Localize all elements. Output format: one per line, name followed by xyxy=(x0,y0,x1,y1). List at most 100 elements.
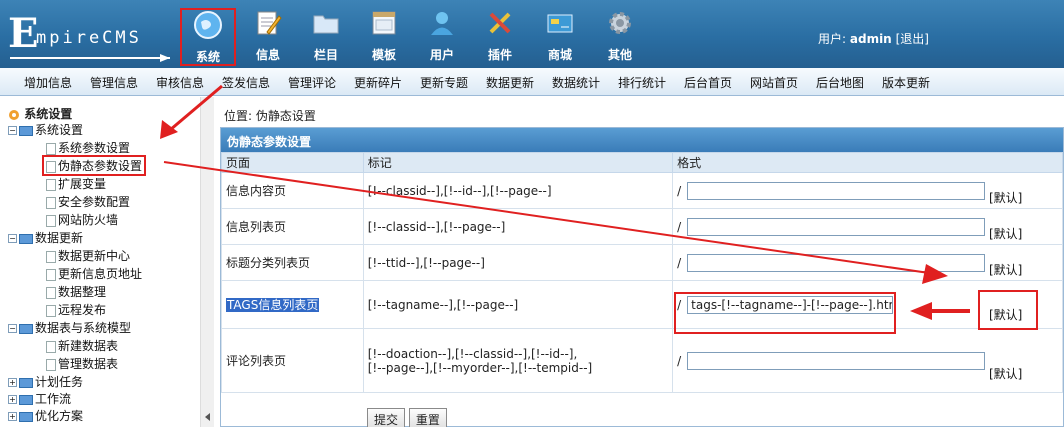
column-header-tags: 标记 xyxy=(362,152,674,173)
page-name: 评论列表页 xyxy=(221,328,364,393)
tree-item-update-info-url[interactable]: 更新信息页地址 xyxy=(46,265,142,282)
nav-other-label: 其他 xyxy=(607,48,632,62)
menu-update-topics[interactable]: 更新专题 xyxy=(420,74,468,91)
menu-data-stats[interactable]: 数据统计 xyxy=(552,74,600,91)
format-input[interactable] xyxy=(687,217,986,236)
expand-icon[interactable]: + xyxy=(8,378,17,387)
menu-manage-comments[interactable]: 管理评论 xyxy=(288,74,336,91)
nav-shop-label: 商城 xyxy=(547,48,572,62)
menu-update-fragments[interactable]: 更新碎片 xyxy=(354,74,402,91)
nav-column-label: 栏目 xyxy=(313,48,338,62)
default-link-comments[interactable]: [默认] xyxy=(989,365,1022,382)
menu-site-home[interactable]: 网站首页 xyxy=(750,74,798,91)
scroll-left-arrow-icon[interactable] xyxy=(202,411,214,423)
menu-version-update[interactable]: 版本更新 xyxy=(882,74,930,91)
nav-system[interactable]: 系统 xyxy=(180,8,236,66)
tree-item-system-params[interactable]: 系统参数设置 xyxy=(46,139,130,156)
tree-item-extended-vars[interactable]: 扩展变量 xyxy=(46,175,106,192)
annotation-box-format xyxy=(674,292,896,334)
page-icon xyxy=(46,358,56,371)
pseudo-static-panel: 伪静态参数设置 页面 标记 格式 信息内容页 [!--classid--],[!… xyxy=(220,127,1064,427)
logo-text: mpireCMS xyxy=(36,28,142,48)
tree-item-new-table[interactable]: 新建数据表 xyxy=(46,337,118,354)
tree-group-label: 优化方案 xyxy=(35,409,84,423)
format-input[interactable] xyxy=(687,351,986,370)
nav-shop[interactable]: 商城 xyxy=(532,8,588,66)
tree-item-data-update-center[interactable]: 数据更新中心 xyxy=(46,247,130,264)
menu-review-info[interactable]: 审核信息 xyxy=(156,74,204,91)
top-header: E mpireCMS 系统 信息 栏目 模板 用户 插件 商城 其他 用户: a… xyxy=(0,0,1064,68)
breadcrumb-link[interactable]: 伪静态设置 xyxy=(256,109,316,123)
menu-admin-home[interactable]: 后台首页 xyxy=(684,74,732,91)
collapse-icon[interactable]: − xyxy=(8,126,17,135)
tree-group-data-tables[interactable]: − 数据表与系统模型 xyxy=(8,319,131,336)
tree-group-label: 数据表与系统模型 xyxy=(35,321,132,335)
menu-admin-map[interactable]: 后台地图 xyxy=(816,74,864,91)
nav-other[interactable]: 其他 xyxy=(592,8,648,66)
reset-button[interactable]: 重置 xyxy=(408,408,447,427)
expand-icon[interactable]: + xyxy=(8,395,17,404)
tree-item-remote-publish[interactable]: 远程发布 xyxy=(46,301,106,318)
submit-button[interactable]: 提交 xyxy=(367,408,406,427)
page-icon xyxy=(46,340,56,353)
folder-icon xyxy=(313,15,339,34)
nav-plugin-label: 插件 xyxy=(487,48,512,62)
tree-group-workflow[interactable]: + 工作流 xyxy=(8,390,71,407)
table-row: 信息列表页 [!--classid--],[!--page--] / xyxy=(221,208,1063,245)
tree-item-firewall[interactable]: 网站防火墙 xyxy=(46,211,118,228)
page-name: TAGS信息列表页 xyxy=(221,280,364,329)
menu-add-info[interactable]: 增加信息 xyxy=(24,74,72,91)
sidebar-scrollbar[interactable] xyxy=(200,97,214,427)
tree-group-optimization[interactable]: + 优化方案 xyxy=(8,407,83,424)
default-link-content[interactable]: [默认] xyxy=(989,189,1022,206)
logout-link[interactable]: [退出] xyxy=(896,32,929,46)
menu-rank-stats[interactable]: 排行统计 xyxy=(618,74,666,91)
tree-item-label: 系统参数设置 xyxy=(58,141,131,155)
nav-user[interactable]: 用户 xyxy=(414,8,470,66)
format-cell: / xyxy=(672,328,1063,393)
nav-column[interactable]: 栏目 xyxy=(298,8,354,66)
page-icon xyxy=(46,304,56,317)
folder-icon xyxy=(19,377,33,388)
table-row: 信息内容页 [!--classid--],[!--id--],[!--page-… xyxy=(221,172,1063,209)
nav-template-label: 模板 xyxy=(371,48,396,62)
default-link-title-class[interactable]: [默认] xyxy=(989,261,1022,278)
default-link-list[interactable]: [默认] xyxy=(989,225,1022,242)
folder-icon xyxy=(19,125,33,136)
format-input[interactable] xyxy=(687,181,986,200)
page-name: 标题分类列表页 xyxy=(221,244,364,281)
menu-manage-info[interactable]: 管理信息 xyxy=(90,74,138,91)
collapse-icon[interactable]: − xyxy=(8,324,17,333)
tree-item-data-organize[interactable]: 数据整理 xyxy=(46,283,106,300)
nav-template[interactable]: 模板 xyxy=(356,8,412,66)
menu-sign-info[interactable]: 签发信息 xyxy=(222,74,270,91)
tree-item-label: 网站防火墙 xyxy=(58,213,119,227)
page-name: 信息列表页 xyxy=(221,208,364,245)
column-header-format: 格式 xyxy=(672,152,1063,173)
page-icon xyxy=(46,160,56,173)
collapse-icon[interactable]: − xyxy=(8,234,17,243)
nav-user-label: 用户 xyxy=(429,48,454,62)
table-row: TAGS信息列表页 [!--tagname--],[!--page--] / ta… xyxy=(221,280,1063,329)
path-prefix: / xyxy=(677,183,682,198)
tree-item-label: 管理数据表 xyxy=(58,357,119,371)
annotation-box-default xyxy=(978,290,1038,330)
nav-system-label: 系统 xyxy=(195,50,220,64)
globe-icon xyxy=(194,11,222,39)
tree-group-scheduled-tasks[interactable]: + 计划任务 xyxy=(8,373,83,390)
expand-icon[interactable]: + xyxy=(8,412,17,421)
tree-group-data-update[interactable]: − 数据更新 xyxy=(8,229,83,246)
nav-info[interactable]: 信息 xyxy=(240,8,296,66)
form-buttons: 提交 重置 xyxy=(367,408,447,427)
tree-group-label: 工作流 xyxy=(35,392,72,406)
menu-data-update[interactable]: 数据更新 xyxy=(486,74,534,91)
page-icon xyxy=(46,268,56,281)
tree-item-pseudo-static-settings[interactable]: 伪静态参数设置 xyxy=(42,155,147,176)
tree-group-system-settings[interactable]: − 系统设置 xyxy=(8,121,83,138)
tree-item-security-config[interactable]: 安全参数配置 xyxy=(46,193,130,210)
settings-root-icon xyxy=(9,109,19,120)
nav-plugin[interactable]: 插件 xyxy=(472,8,528,66)
format-input[interactable] xyxy=(687,253,986,272)
path-prefix: / xyxy=(677,219,682,234)
tree-item-manage-tables[interactable]: 管理数据表 xyxy=(46,355,118,372)
